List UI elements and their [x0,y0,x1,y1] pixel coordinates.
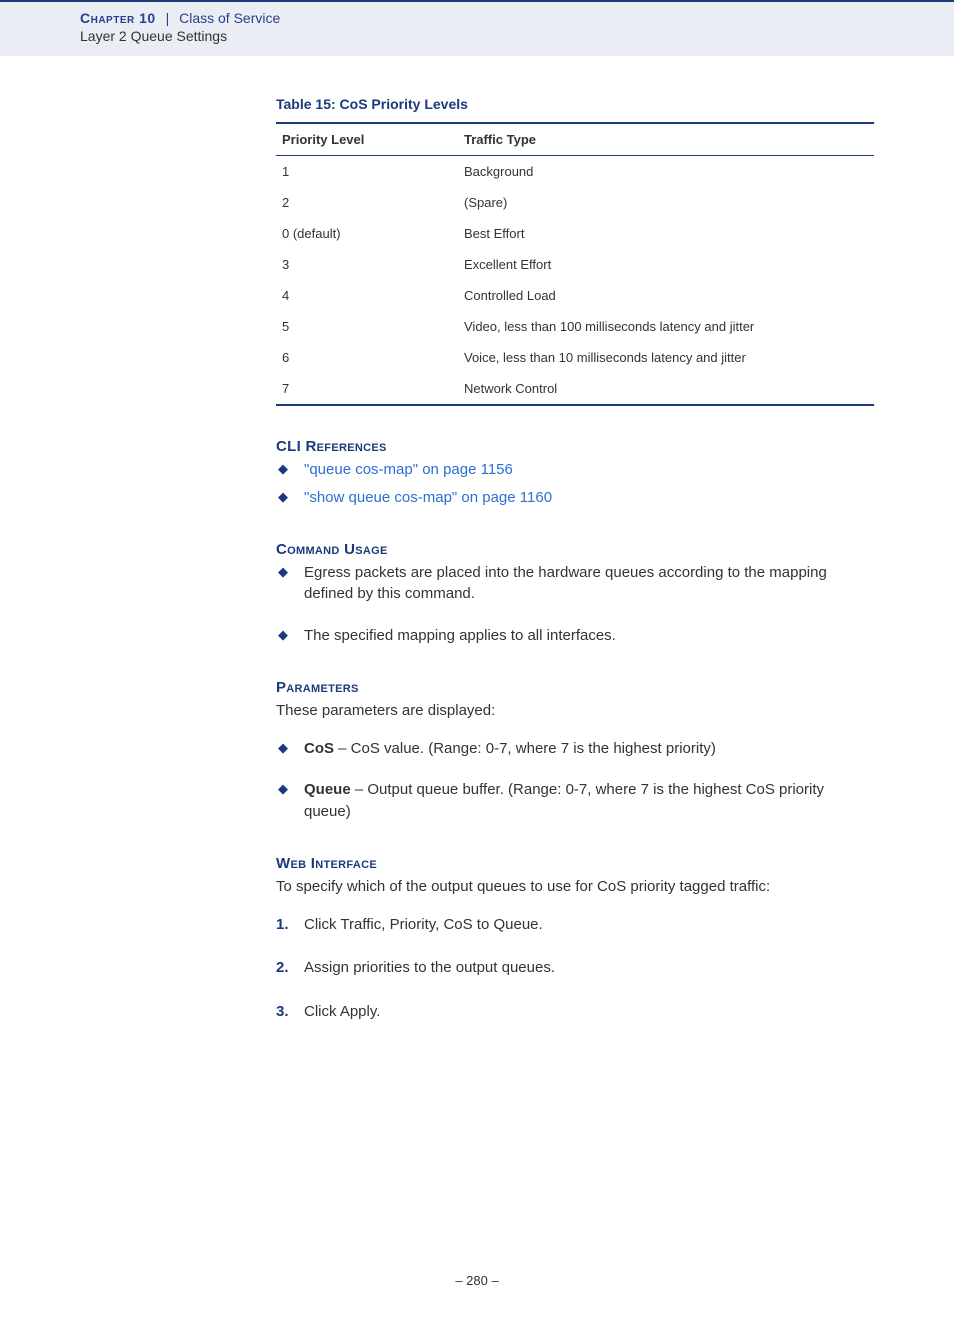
cell-level: 3 [276,249,458,280]
table-row: 0 (default)Best Effort [276,218,874,249]
table-caption: Table 15: CoS Priority Levels [276,96,874,112]
cell-type: Controlled Load [458,280,874,311]
cell-level: 5 [276,311,458,342]
param-name: Queue [304,781,351,798]
parameters-list: CoS – CoS value. (Range: 0-7, where 7 is… [276,738,874,823]
cell-level: 4 [276,280,458,311]
cell-level: 7 [276,373,458,405]
table-row: 1Background [276,156,874,188]
cell-level: 1 [276,156,458,188]
parameters-intro: These parameters are displayed: [276,700,874,722]
col-priority-level: Priority Level [276,123,458,156]
cell-type: (Spare) [458,187,874,218]
list-item: Egress packets are placed into the hardw… [276,562,874,606]
cli-refs-list: "queue cos-map" on page 1156 "show queue… [276,459,874,509]
chapter-title: Class of Service [179,10,280,26]
param-desc: – Output queue buffer. (Range: 0-7, wher… [304,781,824,820]
cell-type: Best Effort [458,218,874,249]
section-cli-references: CLI References [276,438,874,455]
table-row: 7Network Control [276,373,874,405]
cell-type: Network Control [458,373,874,405]
list-item: The specified mapping applies to all int… [276,625,874,647]
web-interface-intro: To specify which of the output queues to… [276,876,874,898]
table-row: 6Voice, less than 10 milliseconds latenc… [276,342,874,373]
chapter-line: Chapter 10 | Class of Service [80,10,954,26]
list-item: "show queue cos-map" on page 1160 [276,487,874,509]
step-item: Assign priorities to the output queues. [276,957,874,979]
cell-type: Excellent Effort [458,249,874,280]
separator: | [166,10,170,26]
list-item: CoS – CoS value. (Range: 0-7, where 7 is… [276,738,874,760]
cell-type: Voice, less than 10 milliseconds latency… [458,342,874,373]
section-web-interface: Web Interface [276,855,874,872]
table-row: 5Video, less than 100 milliseconds laten… [276,311,874,342]
table-header-row: Priority Level Traffic Type [276,123,874,156]
section-command-usage: Command Usage [276,541,874,558]
param-desc: – CoS value. (Range: 0-7, where 7 is the… [334,740,716,757]
command-usage-list: Egress packets are placed into the hardw… [276,562,874,647]
link-show-queue-cos-map[interactable]: "show queue cos-map" on page 1160 [304,489,552,506]
page-header: Chapter 10 | Class of Service Layer 2 Qu… [0,0,954,56]
list-item: Queue – Output queue buffer. (Range: 0-7… [276,779,874,823]
step-item: Click Apply. [276,1001,874,1023]
cell-type: Background [458,156,874,188]
table-row: 4Controlled Load [276,280,874,311]
cell-type: Video, less than 100 milliseconds latenc… [458,311,874,342]
page-number: – 280 – [0,1273,954,1318]
list-item: "queue cos-map" on page 1156 [276,459,874,481]
page-content: Table 15: CoS Priority Levels Priority L… [0,56,954,1023]
cell-level: 0 (default) [276,218,458,249]
web-interface-steps: Click Traffic, Priority, CoS to Queue. A… [276,914,874,1023]
cell-level: 2 [276,187,458,218]
table-row: 2(Spare) [276,187,874,218]
section-parameters: Parameters [276,679,874,696]
cos-priority-table: Priority Level Traffic Type 1Background … [276,122,874,406]
section-subtitle: Layer 2 Queue Settings [80,28,954,44]
chapter-prefix: Chapter 10 [80,10,156,26]
link-queue-cos-map[interactable]: "queue cos-map" on page 1156 [304,461,513,478]
table-row: 3Excellent Effort [276,249,874,280]
cell-level: 6 [276,342,458,373]
param-name: CoS [304,740,334,757]
step-item: Click Traffic, Priority, CoS to Queue. [276,914,874,936]
col-traffic-type: Traffic Type [458,123,874,156]
